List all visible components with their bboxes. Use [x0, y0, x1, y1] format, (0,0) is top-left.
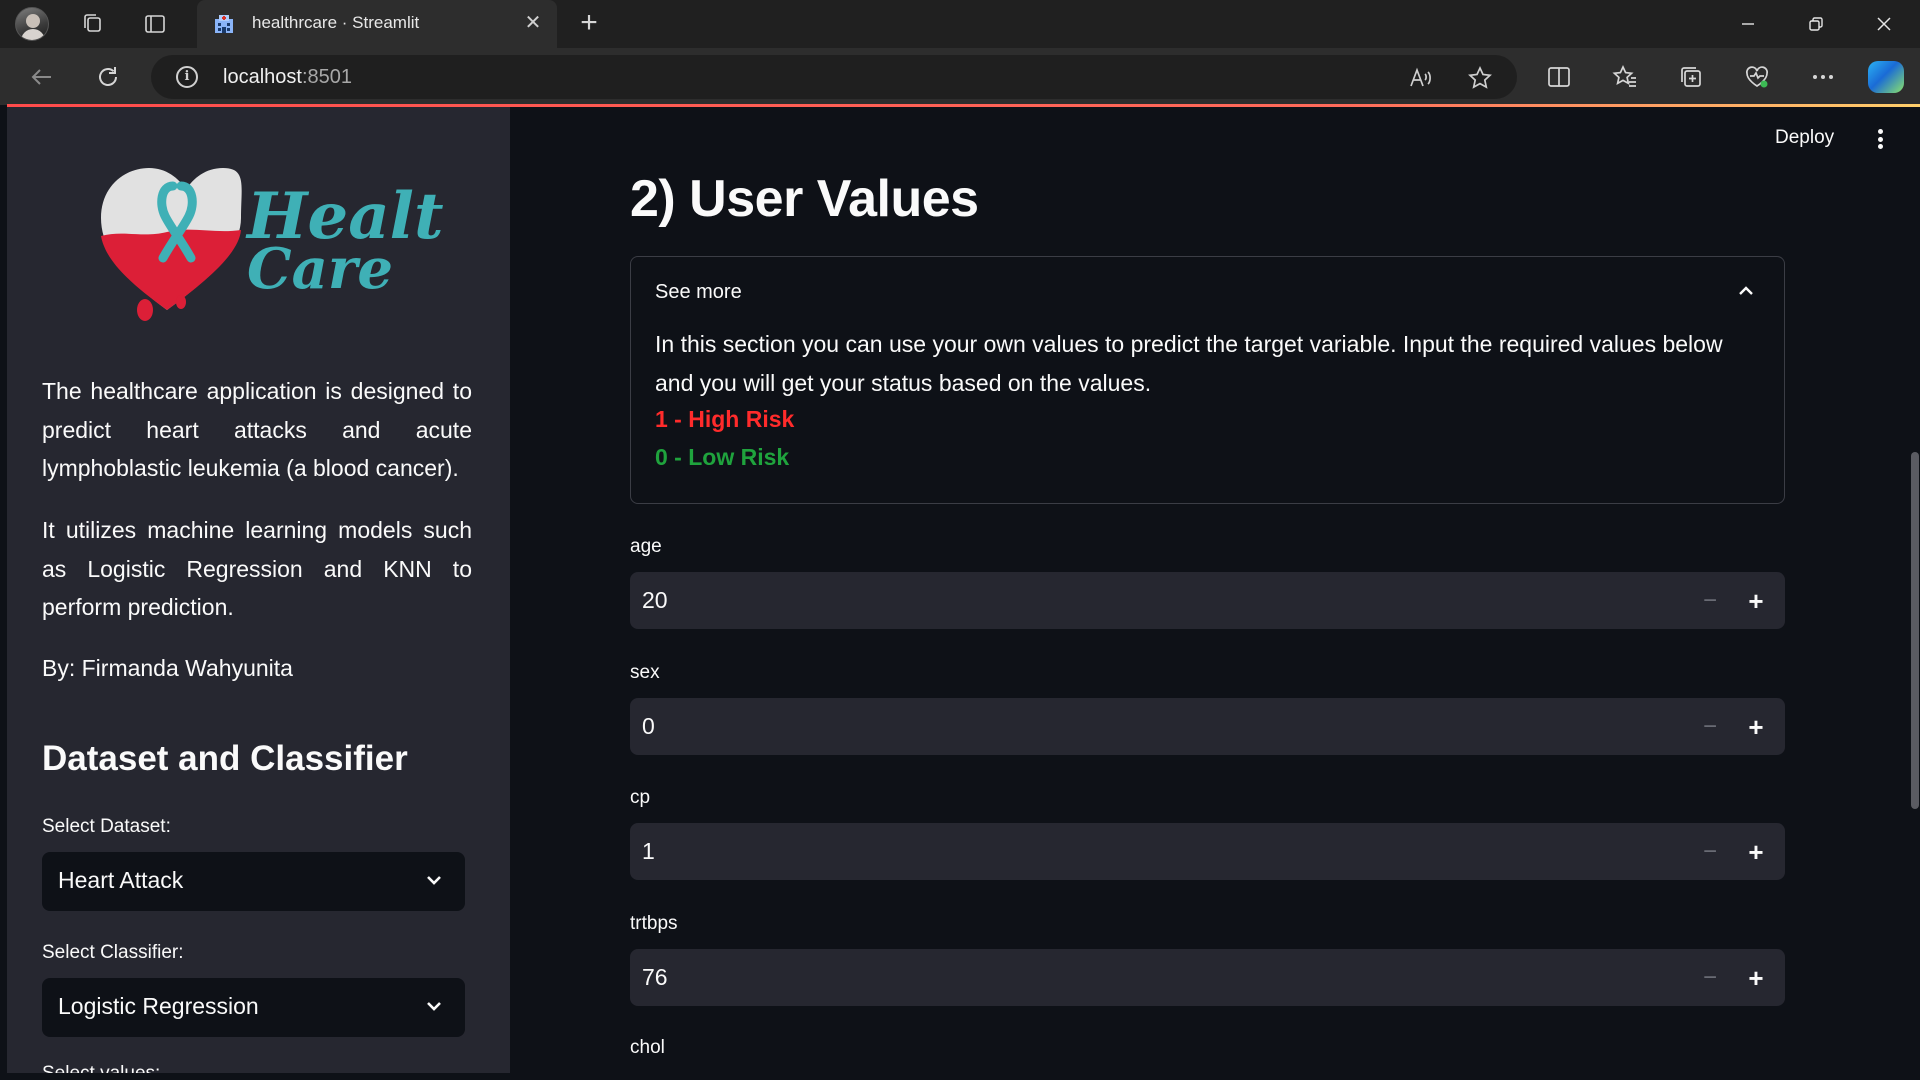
increment-icon[interactable]: +	[1741, 963, 1771, 993]
sidebar-description: The healthcare application is designed t…	[42, 378, 472, 481]
chevron-down-icon	[427, 876, 441, 885]
decrement-icon[interactable]: −	[1695, 712, 1725, 742]
back-arrow-icon[interactable]	[25, 60, 59, 94]
main-menu-icon[interactable]	[1873, 126, 1887, 152]
site-info-icon[interactable]: i	[176, 66, 198, 88]
close-window-icon[interactable]	[1850, 0, 1918, 48]
expander-toggle[interactable]: See more	[655, 281, 742, 304]
profile-avatar[interactable]	[15, 7, 49, 41]
classifier-select[interactable]: Logistic Regression	[42, 978, 465, 1037]
deploy-button[interactable]: Deploy	[1775, 127, 1834, 149]
dataset-select-value: Heart Attack	[58, 867, 184, 893]
cp-number-input[interactable]: 1 − +	[630, 823, 1785, 880]
classifier-select-label: Select Classifier:	[42, 942, 184, 963]
chol-label: chol	[630, 1037, 665, 1058]
svg-text:Care: Care	[247, 236, 393, 302]
new-tab-icon[interactable]: +	[573, 8, 605, 41]
app-viewport: Health Care The healthcare application i…	[7, 107, 1920, 1073]
decrement-icon[interactable]: −	[1695, 963, 1725, 993]
sidebar-author: By: Firmanda Wahyunita	[42, 655, 293, 681]
tab-title: healthrcare · Streamlit	[252, 13, 420, 32]
sidebar-models-note: It utilizes machine learning models such…	[42, 517, 472, 620]
sidebar-cutoff-label: Select values:	[42, 1063, 160, 1073]
refresh-icon[interactable]	[91, 60, 125, 94]
url-text: localhost:8501	[223, 66, 352, 88]
classifier-select-value: Logistic Regression	[58, 993, 259, 1019]
sex-label: sex	[630, 662, 660, 683]
chevron-up-icon[interactable]	[1736, 281, 1756, 301]
see-more-expander: See more In this section you can use you…	[630, 256, 1785, 504]
trtbps-value: 76	[642, 964, 668, 990]
split-screen-icon[interactable]	[1542, 60, 1576, 94]
cp-value: 1	[642, 838, 655, 864]
decrement-icon[interactable]: −	[1695, 837, 1725, 867]
sidebar-section-title: Dataset and Classifier	[42, 739, 408, 778]
age-value: 20	[642, 587, 668, 613]
increment-icon[interactable]: +	[1741, 712, 1771, 742]
browser-toolbar: i localhost:8501	[0, 48, 1920, 105]
sex-value: 0	[642, 713, 655, 739]
workspaces-icon[interactable]	[77, 8, 109, 40]
low-risk-legend: 0 - Low Risk	[655, 444, 790, 470]
address-bar[interactable]: i localhost:8501	[151, 55, 1517, 99]
expander-description: In this section you can use your own val…	[655, 331, 1723, 396]
active-tab[interactable]: healthrcare · Streamlit ✕	[197, 0, 557, 48]
hospital-favicon-icon	[215, 15, 233, 33]
favorites-icon[interactable]	[1608, 60, 1642, 94]
age-number-input[interactable]: 20 − +	[630, 572, 1785, 629]
minimize-icon[interactable]	[1714, 0, 1782, 48]
page-title: 2) User Values	[630, 170, 979, 228]
dataset-select[interactable]: Heart Attack	[42, 852, 465, 911]
favorite-star-icon[interactable]	[1467, 65, 1493, 91]
high-risk-legend: 1 - High Risk	[655, 406, 795, 432]
trtbps-label: trtbps	[630, 913, 678, 934]
copilot-icon[interactable]	[1868, 61, 1904, 93]
age-label: age	[630, 536, 662, 557]
increment-icon[interactable]: +	[1741, 837, 1771, 867]
more-options-icon[interactable]	[1806, 60, 1840, 94]
tab-actions-icon[interactable]	[139, 8, 171, 40]
increment-icon[interactable]: +	[1741, 586, 1771, 616]
dataset-select-label: Select Dataset:	[42, 816, 171, 837]
decrement-icon[interactable]: −	[1695, 586, 1725, 616]
trtbps-number-input[interactable]: 76 − +	[630, 949, 1785, 1006]
collections-icon[interactable]	[1674, 60, 1708, 94]
healthcare-logo: Health Care	[101, 168, 443, 321]
chevron-down-icon	[427, 1002, 441, 1011]
read-aloud-icon[interactable]	[1407, 65, 1433, 91]
sidebar: Health Care The healthcare application i…	[7, 107, 510, 1073]
page-scrollbar[interactable]	[1911, 452, 1919, 809]
cp-label: cp	[630, 787, 651, 808]
browser-essentials-icon[interactable]	[1740, 60, 1774, 94]
browser-tab-bar: healthrcare · Streamlit ✕ +	[0, 0, 1920, 48]
sex-number-input[interactable]: 0 − +	[630, 698, 1785, 755]
restore-icon[interactable]	[1782, 0, 1850, 48]
close-tab-icon[interactable]: ✕	[521, 11, 545, 35]
